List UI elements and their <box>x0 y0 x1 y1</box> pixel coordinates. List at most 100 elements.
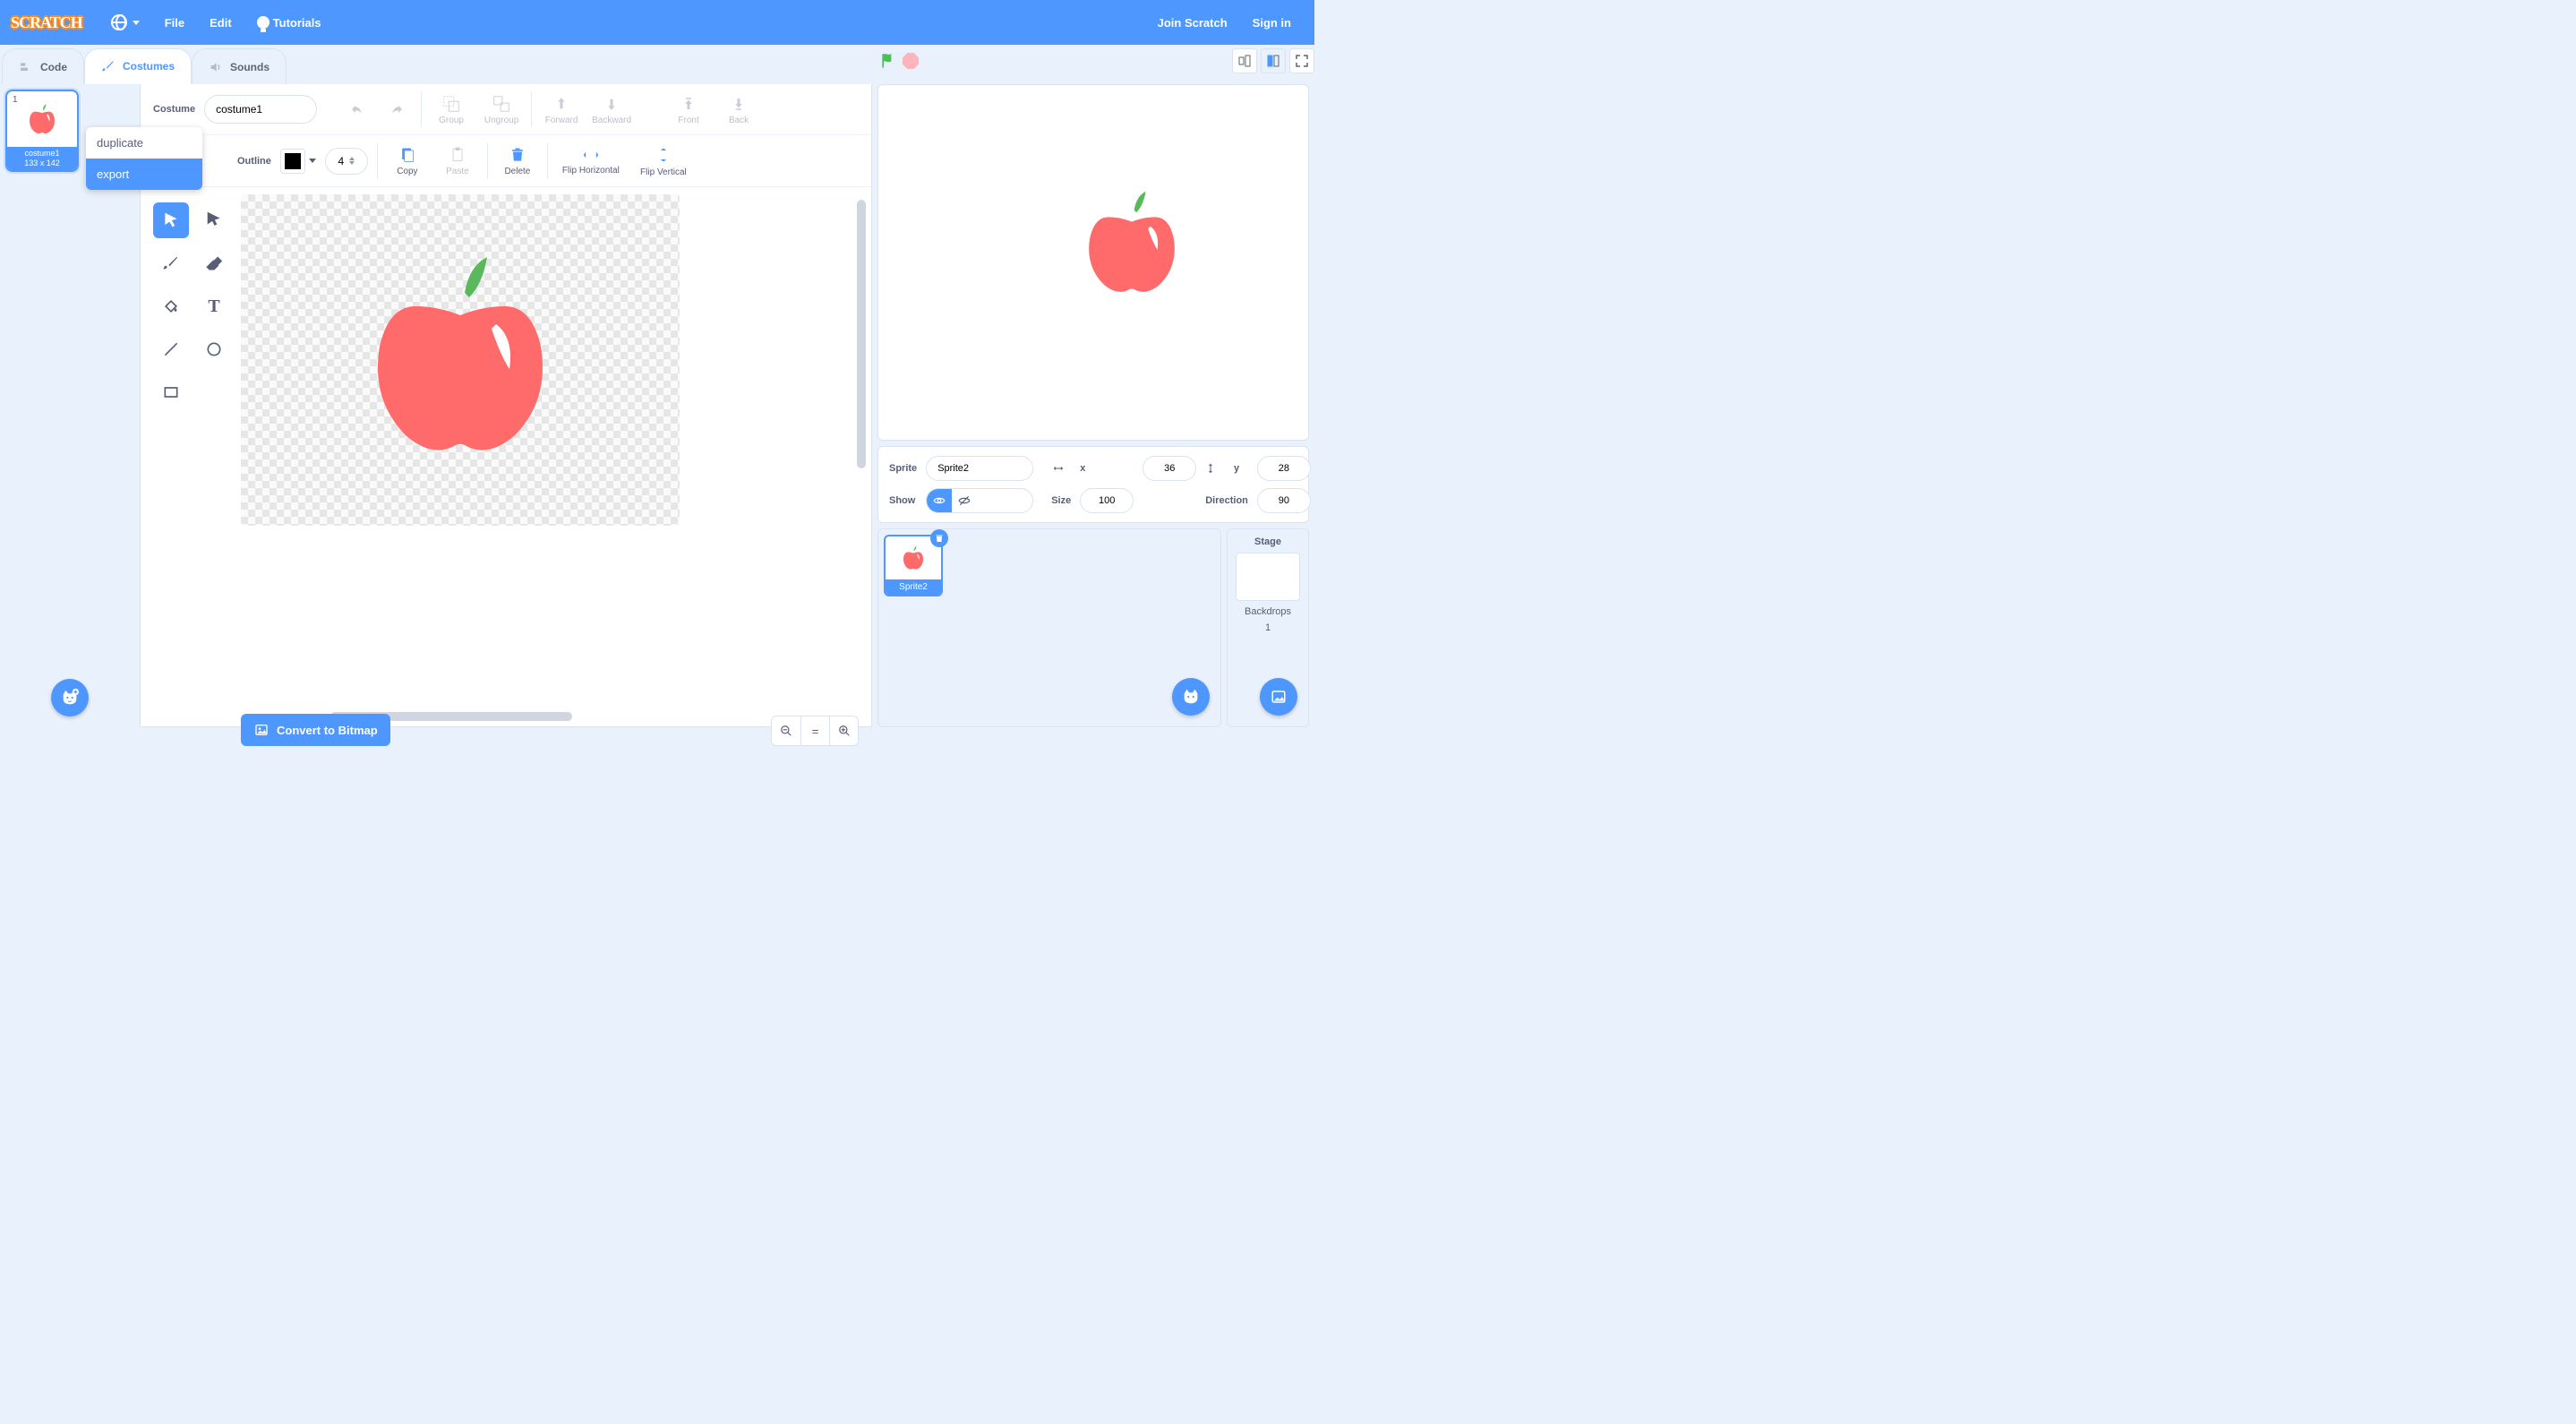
size-input[interactable] <box>1080 488 1134 513</box>
text-tool[interactable]: T <box>196 288 232 324</box>
zoom-in-button[interactable] <box>829 716 858 745</box>
zoom-out-button[interactable] <box>772 716 800 745</box>
line-tool[interactable] <box>153 331 189 367</box>
front-button[interactable]: Front <box>668 92 709 127</box>
x-input[interactable] <box>1143 456 1196 481</box>
tabs-row: Code Costumes Sounds <box>0 45 1314 84</box>
tab-sounds-label: Sounds <box>230 61 270 73</box>
tab-costumes[interactable]: Costumes <box>84 48 192 84</box>
outline-color-swatch[interactable] <box>280 149 305 174</box>
join-scratch-button[interactable]: Join Scratch <box>1145 0 1240 45</box>
drawing-tools: T <box>153 202 232 410</box>
copy-button[interactable]: Copy <box>387 143 428 178</box>
cat-plus-icon <box>1181 687 1201 707</box>
sprite-name-input[interactable] <box>926 456 1033 481</box>
sign-in-button[interactable]: Sign in <box>1240 0 1304 45</box>
apple-icon <box>900 544 927 572</box>
stage-fullscreen-button[interactable] <box>1289 48 1314 73</box>
flip-vertical-button[interactable]: Flip Vertical <box>634 142 693 179</box>
eraser-tool[interactable] <box>196 245 232 281</box>
file-menu[interactable]: File <box>152 0 197 45</box>
xy-vert-icon <box>1205 461 1216 476</box>
rectangle-tool[interactable] <box>153 374 189 410</box>
stage-selector-panel[interactable]: Stage Backdrops 1 <box>1227 528 1309 727</box>
costume-context-menu: duplicate export <box>86 127 202 190</box>
globe-icon <box>111 14 127 30</box>
ungroup-button[interactable]: Ungroup <box>481 92 522 127</box>
add-sprite-button[interactable] <box>1172 678 1210 716</box>
tab-code-label: Code <box>40 61 67 73</box>
sprite-label: Sprite <box>889 463 917 474</box>
menu-bar: SCRATCH File Edit Tutorials Join Scratch… <box>0 0 1314 45</box>
costume-index: 1 <box>13 95 18 105</box>
backdrops-label: Backdrops <box>1245 606 1291 617</box>
edit-menu[interactable]: Edit <box>197 0 244 45</box>
caret-down-icon <box>309 159 316 163</box>
backdrops-count: 1 <box>1265 622 1271 633</box>
y-label: y <box>1234 463 1248 474</box>
group-button[interactable]: Group <box>431 92 472 127</box>
convert-to-bitmap-button[interactable]: Convert to Bitmap <box>241 714 390 746</box>
stage-thumbnail[interactable] <box>1236 553 1300 601</box>
sprite-card[interactable]: Sprite2 <box>884 535 943 596</box>
undo-button[interactable] <box>342 94 372 124</box>
show-label: Show <box>889 495 917 506</box>
paint-canvas-area: Convert to Bitmap = <box>241 194 859 714</box>
canvas-vertical-scrollbar[interactable] <box>857 200 866 468</box>
hide-button[interactable] <box>952 489 977 512</box>
zoom-controls: = <box>771 716 859 746</box>
delete-button[interactable]: Delete <box>497 143 538 178</box>
sprite-card-name: Sprite2 <box>886 579 941 595</box>
outline-width-input[interactable]: 4 <box>325 148 368 175</box>
show-button[interactable] <box>927 489 952 512</box>
apple-artwork[interactable] <box>348 239 572 472</box>
costume-thumbnail[interactable]: 1 costume1 133 x 142 <box>5 90 79 172</box>
stage-header-controls <box>872 48 1314 73</box>
costume-name-label: costume1 <box>7 149 77 159</box>
context-export[interactable]: export <box>86 159 202 190</box>
circle-tool[interactable] <box>196 331 232 367</box>
sound-icon <box>209 60 223 74</box>
stage-large-button[interactable] <box>1261 48 1286 73</box>
back-button[interactable]: Back <box>718 92 759 127</box>
context-duplicate[interactable]: duplicate <box>86 127 202 159</box>
costume-name-input[interactable] <box>204 95 317 124</box>
main-layout: 1 costume1 133 x 142 duplicate export Co… <box>0 84 1314 727</box>
add-costume-button[interactable] <box>51 679 89 716</box>
paste-button[interactable]: Paste <box>437 143 478 178</box>
zoom-reset-button[interactable]: = <box>800 716 829 745</box>
delete-sprite-button[interactable] <box>930 529 948 547</box>
tab-code[interactable]: Code <box>2 48 84 84</box>
size-label: Size <box>1051 495 1071 506</box>
cat-plus-icon <box>60 688 80 708</box>
stop-button[interactable] <box>903 53 919 69</box>
stage-preview[interactable] <box>877 84 1309 441</box>
sprite-info-panel: Sprite x y Show Size Direction <box>877 446 1309 523</box>
apple-sprite-on-stage[interactable] <box>1074 180 1190 305</box>
paint-editor: Costume Group Ungroup Forward Backward F… <box>140 84 872 727</box>
language-menu[interactable] <box>98 0 152 45</box>
code-icon <box>19 60 33 74</box>
forward-button[interactable]: Forward <box>541 92 582 127</box>
direction-input[interactable] <box>1257 488 1311 513</box>
lightbulb-icon <box>257 16 270 29</box>
add-backdrop-button[interactable] <box>1260 678 1297 716</box>
tab-sounds[interactable]: Sounds <box>192 48 287 84</box>
costume-list-panel: 1 costume1 133 x 142 duplicate export <box>0 84 140 727</box>
paint-canvas[interactable] <box>241 194 680 526</box>
reshape-tool[interactable] <box>196 202 232 238</box>
fill-tool[interactable] <box>153 288 189 324</box>
brush-tool[interactable] <box>153 245 189 281</box>
caret-down-icon <box>133 21 140 25</box>
backward-button[interactable]: Backward <box>591 92 632 127</box>
scratch-logo[interactable]: SCRATCH <box>11 13 82 32</box>
xy-icon <box>1051 463 1065 474</box>
y-input[interactable] <box>1257 456 1311 481</box>
tutorials-button[interactable]: Tutorials <box>244 0 334 45</box>
redo-button[interactable] <box>381 94 412 124</box>
green-flag-button[interactable] <box>879 52 897 70</box>
stage-small-button[interactable] <box>1232 48 1257 73</box>
flip-horizontal-button[interactable]: Flip Horizontal <box>557 144 625 177</box>
select-tool[interactable] <box>153 202 189 238</box>
stage-title: Stage <box>1254 536 1281 547</box>
